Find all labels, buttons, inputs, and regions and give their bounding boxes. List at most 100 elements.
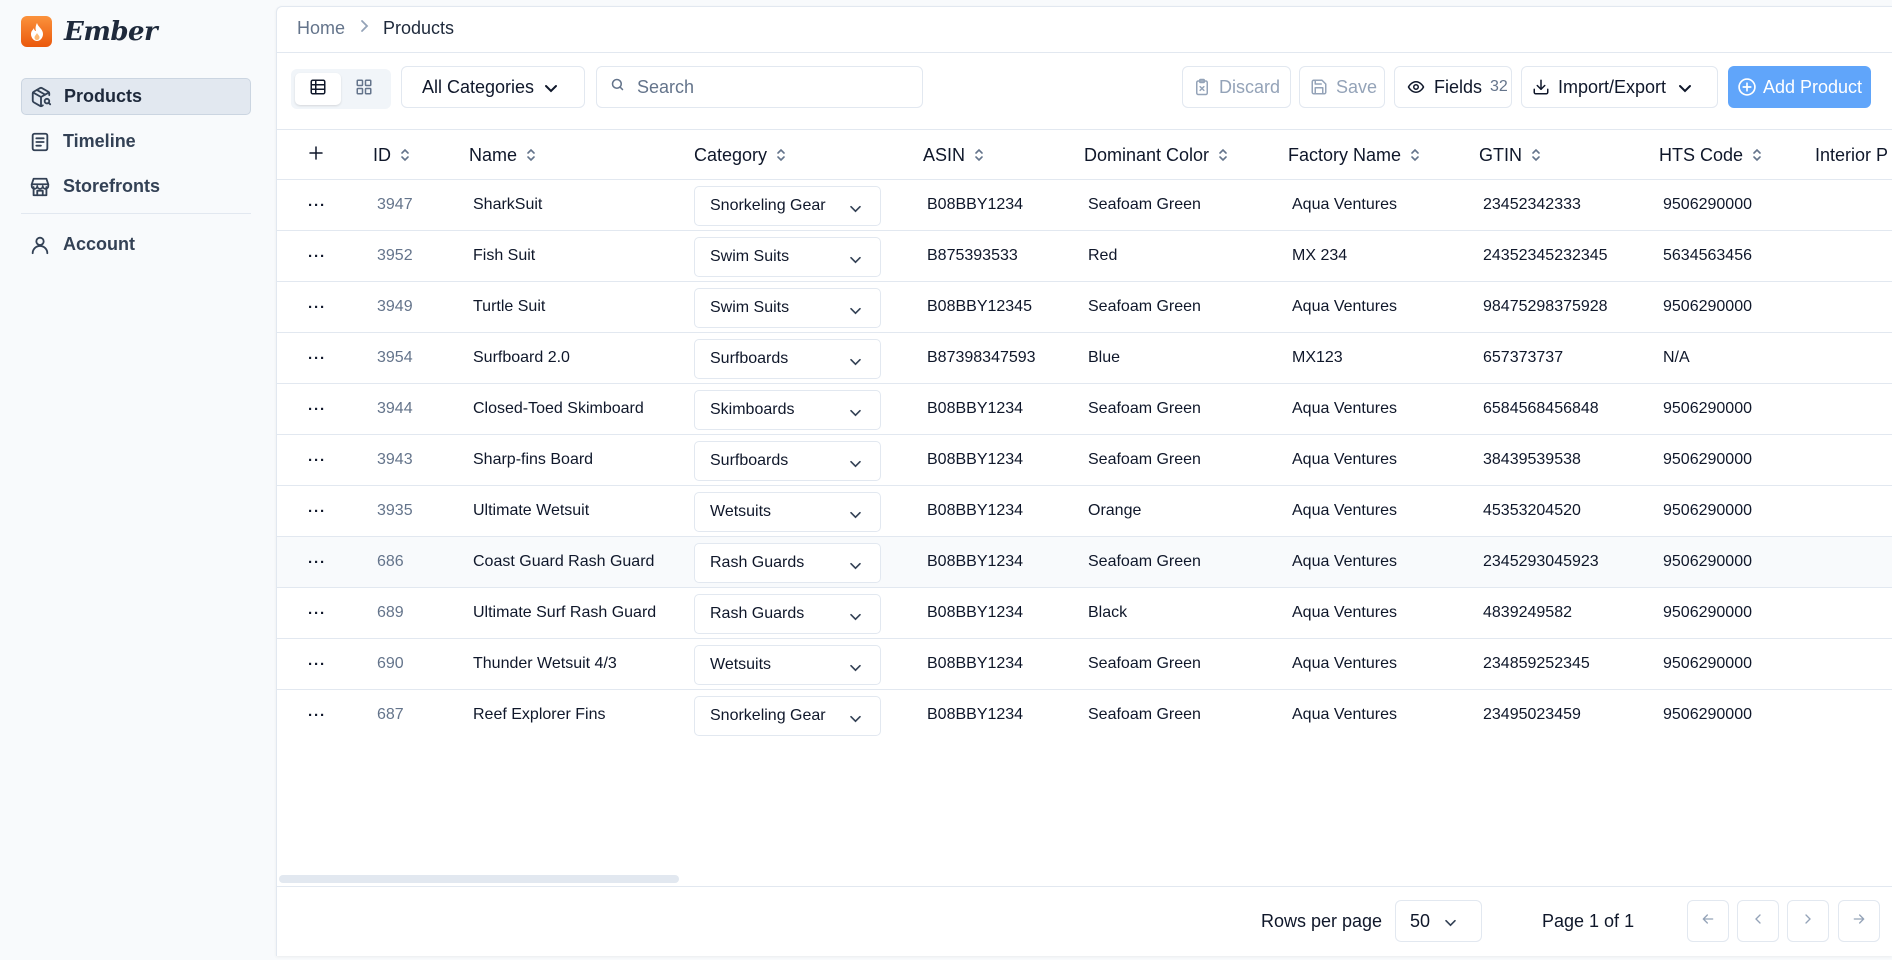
table-row[interactable]: ··· 3947 SharkSuit Snorkeling Gear B08BB… — [277, 180, 1892, 231]
import-export-label: Import/Export — [1558, 76, 1667, 97]
column-header-label: Name — [469, 144, 518, 165]
cell-name: Coast Guard Rash Guard — [473, 553, 655, 570]
last-page-button[interactable] — [1838, 900, 1880, 942]
row-actions-menu[interactable]: ··· — [307, 282, 327, 332]
row-actions-menu[interactable]: ··· — [307, 435, 327, 485]
cell-id: 690 — [377, 655, 404, 672]
first-page-button[interactable] — [1687, 900, 1729, 942]
main-panel: Home Products All Categories Search Disc… — [276, 6, 1892, 956]
row-actions-menu[interactable]: ··· — [307, 231, 327, 281]
sidebar-divider — [21, 213, 251, 214]
category-select[interactable]: Surfboards — [694, 339, 881, 379]
table-row[interactable]: ··· 3949 Turtle Suit Swim Suits B08BBY12… — [277, 282, 1892, 333]
save-button[interactable]: Save — [1299, 66, 1385, 108]
table-view-button[interactable] — [295, 73, 341, 105]
sidebar-item-account[interactable]: Account — [21, 226, 251, 263]
next-page-button[interactable] — [1787, 900, 1829, 942]
category-value: Skimboards — [710, 401, 795, 418]
category-select[interactable]: Snorkeling Gear — [694, 186, 881, 226]
category-select[interactable]: Skimboards — [694, 390, 881, 430]
row-actions-menu[interactable]: ··· — [307, 486, 327, 536]
table-row[interactable]: ··· 690 Thunder Wetsuit 4/3 Wetsuits B08… — [277, 639, 1892, 690]
brand[interactable]: Ember — [21, 16, 158, 47]
sidebar-item-products[interactable]: Products — [21, 78, 251, 115]
horizontal-scrollbar[interactable] — [279, 875, 679, 883]
breadcrumb-home-link[interactable]: Home — [297, 18, 345, 39]
table-row[interactable]: ··· 686 Coast Guard Rash Guard Rash Guar… — [277, 537, 1892, 588]
cell-name: Thunder Wetsuit 4/3 — [473, 655, 617, 672]
row-actions-menu[interactable]: ··· — [307, 537, 327, 587]
column-header-id[interactable]: ID — [373, 130, 410, 180]
column-header-name[interactable]: Name — [469, 130, 536, 180]
rows-per-page-select[interactable]: 50 — [1395, 900, 1482, 942]
column-header-label: Dominant Color — [1084, 144, 1210, 165]
cell-factory-name: Aqua Ventures — [1292, 706, 1397, 723]
sidebar-item-storefronts[interactable]: Storefronts — [21, 168, 251, 205]
cell-dominant-color: Seafoam Green — [1088, 400, 1201, 417]
sidebar: Ember Products Timeline Storefronts Acco… — [0, 0, 276, 960]
fields-button[interactable]: Fields 32 — [1394, 66, 1512, 108]
column-header-interior[interactable]: Interior P — [1815, 130, 1888, 180]
row-actions-menu[interactable]: ··· — [307, 690, 327, 740]
cell-name: Surfboard 2.0 — [473, 349, 570, 366]
cell-hts-code: 9506290000 — [1663, 196, 1752, 213]
column-header-hts-code[interactable]: HTS Code — [1659, 130, 1762, 180]
column-header-dominant-color[interactable]: Dominant Color — [1084, 130, 1228, 180]
column-header-factory-name[interactable]: Factory Name — [1288, 130, 1420, 180]
category-select[interactable]: Rash Guards — [694, 543, 881, 583]
row-actions-menu[interactable]: ··· — [307, 333, 327, 383]
discard-button[interactable]: Discard — [1182, 66, 1291, 108]
chevron-down-icon — [849, 608, 862, 626]
cell-name: Ultimate Surf Rash Guard — [473, 604, 657, 621]
table-row[interactable]: ··· 3943 Sharp-fins Board Surfboards B08… — [277, 435, 1892, 486]
chevron-down-icon — [849, 200, 862, 218]
table-row[interactable]: ··· 3954 Surfboard 2.0 Surfboards B87398… — [277, 333, 1892, 384]
category-select[interactable]: Swim Suits — [694, 237, 881, 277]
sort-icon — [1410, 147, 1420, 163]
column-header-asin[interactable]: ASIN — [923, 130, 984, 180]
cell-gtin: 23495023459 — [1483, 706, 1581, 723]
table-row[interactable]: ··· 3935 Ultimate Wetsuit Wetsuits B08BB… — [277, 486, 1892, 537]
table-row[interactable]: ··· 689 Ultimate Surf Rash Guard Rash Gu… — [277, 588, 1892, 639]
import-export-button[interactable]: Import/Export — [1521, 66, 1718, 108]
table-row[interactable]: ··· 687 Reef Explorer Fins Snorkeling Ge… — [277, 690, 1892, 741]
category-value: Wetsuits — [710, 656, 772, 673]
sidebar-item-timeline[interactable]: Timeline — [21, 123, 251, 160]
cell-gtin: 657373737 — [1483, 349, 1564, 366]
sort-icon — [776, 147, 786, 163]
page-indicator: Page 1 of 1 — [1542, 911, 1635, 931]
search-box — [596, 66, 923, 108]
save-label: Save — [1336, 76, 1378, 97]
cell-factory-name: Aqua Ventures — [1292, 604, 1397, 621]
category-value: Surfboards — [710, 452, 789, 469]
column-header-gtin[interactable]: GTIN — [1479, 130, 1541, 180]
add-column-button[interactable] — [307, 130, 325, 180]
category-select[interactable]: Swim Suits — [694, 288, 881, 328]
search-input[interactable] — [637, 76, 907, 98]
row-actions-menu[interactable]: ··· — [307, 384, 327, 434]
table-row[interactable]: ··· 3944 Closed-Toed Skimboard Skimboard… — [277, 384, 1892, 435]
add-product-button[interactable]: Add Product — [1728, 66, 1871, 108]
previous-page-button[interactable] — [1737, 900, 1779, 942]
category-select[interactable]: Wetsuits — [694, 645, 881, 685]
category-select[interactable]: Surfboards — [694, 441, 881, 481]
column-header-category[interactable]: Category — [694, 130, 786, 180]
column-header-label: Factory Name — [1288, 144, 1402, 165]
chevron-right-icon — [1800, 911, 1816, 932]
row-actions-menu[interactable]: ··· — [307, 180, 327, 230]
category-select[interactable]: Wetsuits — [694, 492, 881, 532]
category-filter-select[interactable]: All Categories — [401, 66, 585, 108]
category-select[interactable]: Snorkeling Gear — [694, 696, 881, 736]
table-row[interactable]: ··· 3952 Fish Suit Swim Suits B875393533… — [277, 231, 1892, 282]
grid-icon — [355, 78, 373, 101]
cell-dominant-color: Orange — [1088, 502, 1142, 519]
category-select[interactable]: Rash Guards — [694, 594, 881, 634]
row-actions-menu[interactable]: ··· — [307, 588, 327, 638]
sidebar-item-label: Storefronts — [63, 176, 161, 196]
save-icon — [1310, 78, 1328, 96]
grid-view-button[interactable] — [341, 73, 387, 105]
clipboard-x-icon — [1193, 78, 1211, 96]
cell-name: Turtle Suit — [473, 298, 546, 315]
row-actions-menu[interactable]: ··· — [307, 639, 327, 689]
cell-id: 687 — [377, 706, 404, 723]
